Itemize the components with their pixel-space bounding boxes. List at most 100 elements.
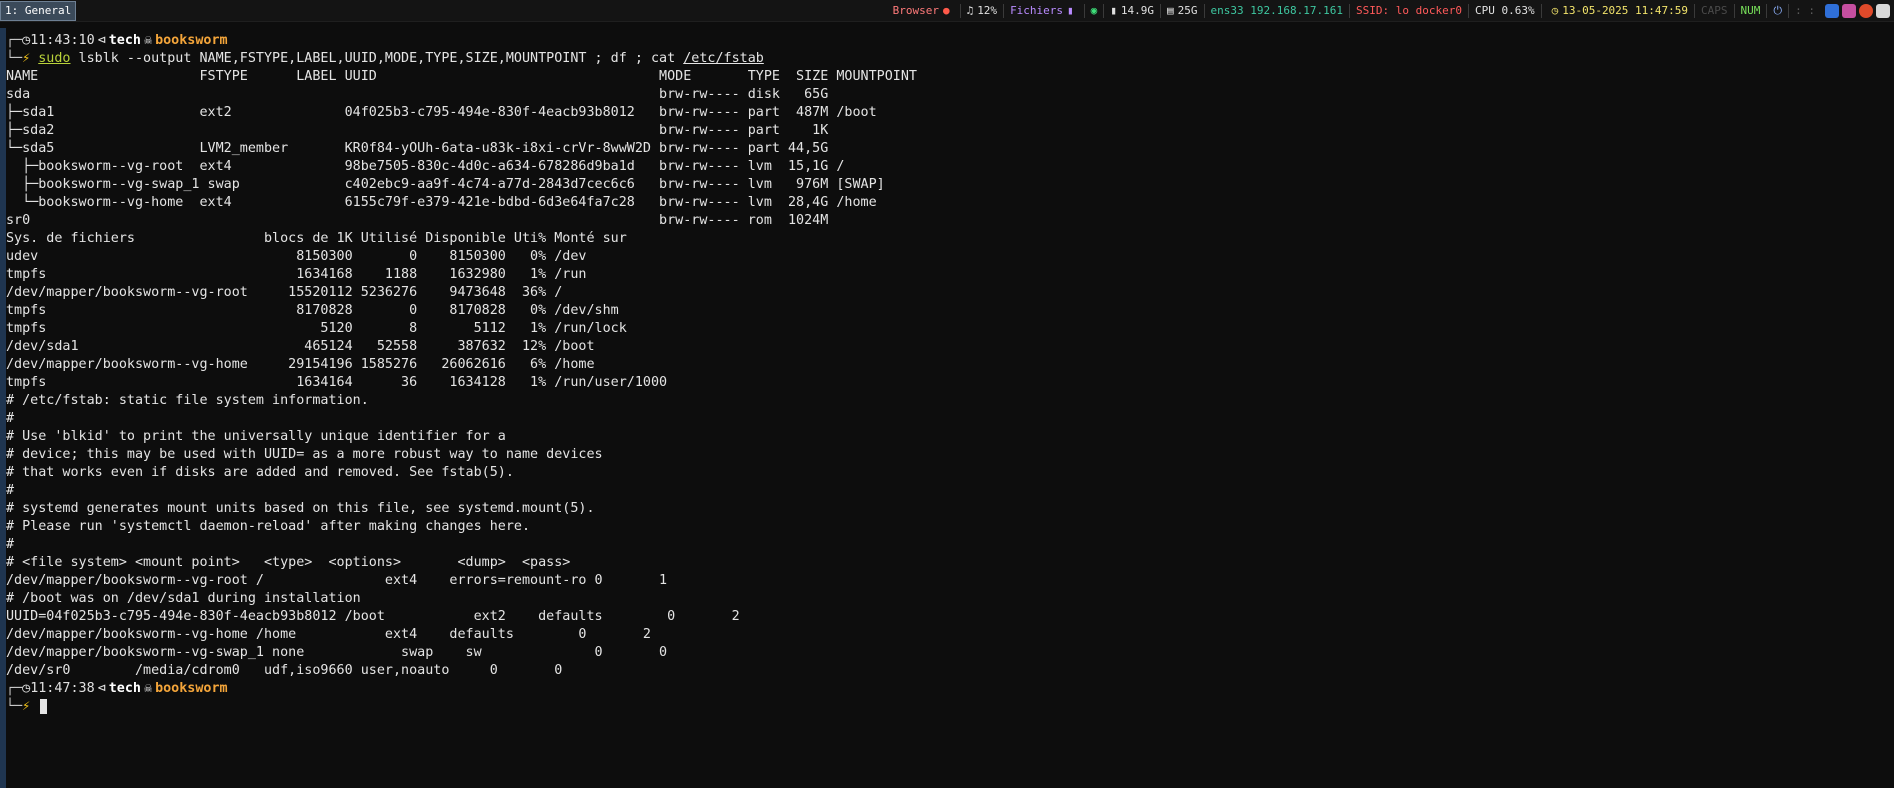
- workspace-button[interactable]: 1: General: [0, 1, 77, 21]
- menu-module[interactable]: : :: [1789, 0, 1821, 21]
- output-line: # Please run 'systemctl daemon-reload' a…: [6, 519, 531, 534]
- prompt-header-1: ┌─ ◷ 11:43:10 ⊲ tech ☠ booksworm: [6, 32, 917, 50]
- files-label: Fichiers: [1010, 4, 1064, 17]
- prompt-user: tech: [108, 681, 141, 696]
- output-line: tmpfs 1634168 1188 1632980 1% /run: [6, 267, 587, 282]
- music-note-icon: ♫: [966, 4, 974, 17]
- output-line: Sys. de fichiers blocs de 1K Utilisé Dis…: [6, 231, 627, 246]
- browser-label: Browser: [892, 4, 939, 17]
- prompt-user: tech: [108, 33, 141, 48]
- output-line: udev 8150300 0 8150300 0% /dev: [6, 249, 587, 264]
- power-icon: ⏻: [1773, 3, 1783, 17]
- output-line: NAME FSTYPE LABEL UUID MODE TYPE SIZE MO…: [6, 69, 917, 84]
- output-line: #: [6, 411, 15, 426]
- prompt-host: booksworm: [155, 33, 228, 48]
- browser-icon: ●: [942, 4, 950, 17]
- app-tray-icon[interactable]: [1842, 3, 1856, 18]
- input-line[interactable]: └─⚡: [6, 698, 917, 716]
- output-line: # device; this may be used with UUID= as…: [6, 447, 603, 462]
- output-line: tmpfs 8170828 0 8170828 0% /dev/shm: [6, 303, 619, 318]
- prompt-corner: └─: [6, 699, 23, 714]
- clock-icon: ◷: [22, 33, 31, 48]
- network-indicator: ◉: [1085, 0, 1104, 21]
- prompt-header-2: ┌─ ◷ 11:47:38 ⊲ tech ☠ booksworm: [6, 680, 917, 698]
- output-line: #: [6, 483, 15, 498]
- num-label: NUM: [1740, 4, 1761, 17]
- memory-icon: ▮: [1110, 4, 1117, 17]
- clock-icon: ◷: [1551, 4, 1559, 17]
- prompt-corner: ┌─: [6, 33, 23, 48]
- output-line: ├─booksworm--vg-swap_1 swap c402ebc9-aa9…: [6, 177, 885, 192]
- volume-value: 12%: [977, 4, 998, 17]
- output-line: # Use 'blkid' to print the universally u…: [6, 429, 506, 444]
- top-status-bar: 1: General Browser ● ♫ 12% Fichiers ▮ ◉ …: [0, 0, 1894, 22]
- memory-module: ▮ 14.9G: [1104, 0, 1160, 21]
- clock-icon: ◷: [22, 681, 31, 696]
- prompt-corner: └─: [6, 51, 23, 66]
- prompt-host: booksworm: [155, 681, 228, 696]
- cpu-module: CPU 0.63%: [1469, 0, 1541, 21]
- command-output: NAME FSTYPE LABEL UUID MODE TYPE SIZE MO…: [6, 68, 917, 680]
- system-tray: [1821, 3, 1894, 18]
- output-line: ├─booksworm--vg-root ext4 98be7505-830c-…: [6, 159, 845, 174]
- output-line: ├─sda2 brw-rw---- part 1K: [6, 123, 837, 138]
- terminal-cursor: [40, 698, 48, 714]
- caps-label: CAPS: [1701, 4, 1728, 17]
- wifi-value: SSID: lo docker0: [1356, 4, 1462, 17]
- output-line: /dev/mapper/booksworm--vg-home /home ext…: [6, 627, 651, 642]
- prompt-time: 11:47:38: [30, 681, 95, 696]
- ethernet-value: ens33 192.168.17.161: [1210, 4, 1343, 17]
- file-icon: ▮: [1067, 4, 1074, 17]
- output-line: # that works even if disks are added and…: [6, 465, 514, 480]
- terminal-icon: ⊲: [97, 681, 106, 696]
- output-line: # /boot was on /dev/sda1 during installa…: [6, 591, 361, 606]
- command-line: └─⚡ sudo lsblk --output NAME,FSTYPE,LABE…: [6, 50, 917, 68]
- browser-launcher[interactable]: Browser ●: [887, 0, 960, 21]
- volume-module[interactable]: ♫ 12%: [961, 0, 1004, 21]
- output-line: sda brw-rw---- disk 65G: [6, 87, 837, 102]
- command-path: /etc/fstab: [683, 51, 764, 66]
- terminal-icon: ⊲: [97, 33, 106, 48]
- lightning-icon: ⚡: [22, 51, 31, 66]
- skull-icon: ☠: [144, 681, 153, 696]
- output-line: sr0 brw-rw---- rom 1024M: [6, 213, 837, 228]
- output-line: # <file system> <mount point> <type> <op…: [6, 555, 571, 570]
- disk-value: 25G: [1177, 4, 1198, 17]
- tray-app-icon[interactable]: [1876, 3, 1890, 18]
- memory-value: 14.9G: [1120, 4, 1155, 17]
- prompt-corner: ┌─: [6, 681, 23, 696]
- lightning-icon: ⚡: [22, 699, 31, 714]
- menu-label: : :: [1795, 4, 1815, 17]
- wifi-module: SSID: lo docker0: [1350, 0, 1468, 21]
- cpu-value: CPU 0.63%: [1474, 4, 1535, 17]
- output-line: /dev/mapper/booksworm--vg-root 15520112 …: [6, 285, 563, 300]
- output-line: UUID=04f025b3-c795-494e-830f-4eacb93b801…: [6, 609, 740, 624]
- terminal-output: ┌─ ◷ 11:43:10 ⊲ tech ☠ booksworm └─⚡ sudo ls…: [6, 32, 917, 716]
- power-button[interactable]: ⏻: [1767, 0, 1788, 21]
- clock-value: 13-05-2025 11:47:59: [1562, 4, 1689, 17]
- output-line: # /etc/fstab: static file system informa…: [6, 393, 369, 408]
- output-line: #: [6, 537, 15, 552]
- caps-lock-indicator: CAPS: [1695, 0, 1734, 21]
- output-line: /dev/mapper/booksworm--vg-home 29154196 …: [6, 357, 595, 372]
- output-line: /dev/sda1 465124 52558 387632 12% /boot: [6, 339, 595, 354]
- output-line: tmpfs 5120 8 5112 1% /run/lock: [6, 321, 627, 336]
- workspace-label: 1: General: [5, 4, 72, 17]
- ethernet-module: ens33 192.168.17.161: [1205, 0, 1349, 21]
- prompt-time: 11:43:10: [30, 33, 95, 48]
- clock-module[interactable]: ◷ 13-05-2025 11:47:59: [1542, 0, 1694, 21]
- status-dot-icon: ◉: [1090, 4, 1098, 17]
- disk-module: ▤ 25G: [1161, 0, 1204, 21]
- files-launcher[interactable]: Fichiers ▮: [1004, 0, 1084, 21]
- output-line: # systemd generates mount units based on…: [6, 501, 595, 516]
- output-line: /dev/mapper/booksworm--vg-root / ext4 er…: [6, 573, 668, 588]
- bluetooth-icon[interactable]: [1825, 3, 1839, 18]
- terminal-window[interactable]: ┌─ ◷ 11:43:10 ⊲ tech ☠ booksworm └─⚡ sudo ls…: [0, 28, 1894, 788]
- output-line: └─sda5 LVM2_member KR0f84-yOUh-6ata-u83k…: [6, 141, 837, 156]
- browser-tray-icon[interactable]: [1859, 3, 1873, 18]
- num-lock-indicator: NUM: [1735, 0, 1767, 21]
- output-line: tmpfs 1634164 36 1634128 1% /run/user/10…: [6, 375, 668, 390]
- output-line: /dev/mapper/booksworm--vg-swap_1 none sw…: [6, 645, 668, 660]
- skull-icon: ☠: [144, 33, 153, 48]
- output-line: /dev/sr0 /media/cdrom0 udf,iso9660 user,…: [6, 663, 563, 678]
